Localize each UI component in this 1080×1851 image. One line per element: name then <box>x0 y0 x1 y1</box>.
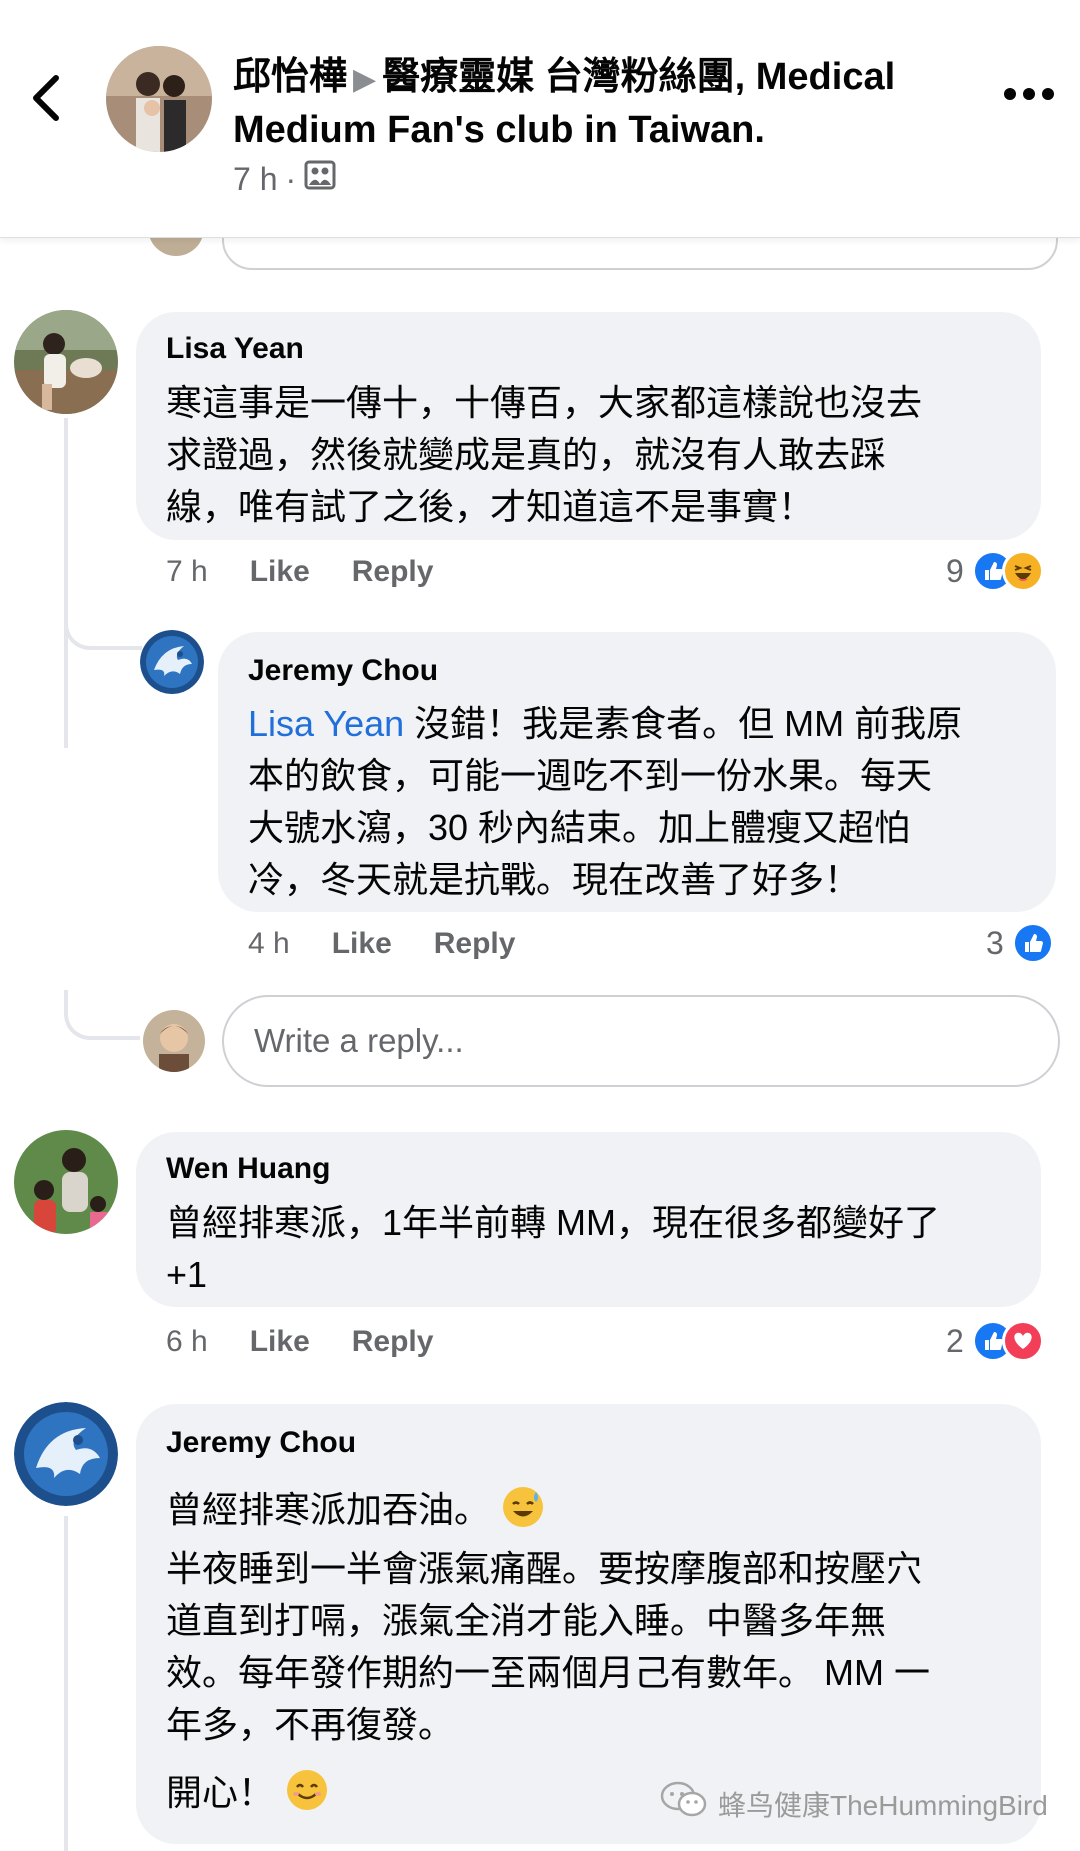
comment-actions: 4 h Like Reply <box>248 927 557 961</box>
comment-line: 半夜睡到一半會漲氣痛醒。要按摩腹部和按壓穴 <box>166 1548 923 1589</box>
comment-line: 線，唯有試了之後，才知道這不是事實！ <box>166 486 815 527</box>
reaction-count: 3 <box>986 924 1004 961</box>
like-button[interactable]: Like <box>332 927 392 961</box>
comment-time[interactable]: 4 h <box>248 927 290 961</box>
comment-line: 大號水瀉，30 秒內結束。加上體瘦又超怕 <box>248 807 911 848</box>
comment-line: 沒錯！我是素食者。但 MM 前我原 <box>404 703 963 744</box>
commenter-name[interactable]: Wen Huang <box>166 1152 330 1186</box>
thread-line <box>64 1516 68 1851</box>
like-reaction-icon <box>1011 922 1054 964</box>
comment-line: 冷，冬天就是抗戰。現在改善了好多！ <box>248 859 861 900</box>
comment-time[interactable]: 6 h <box>166 1325 208 1359</box>
reaction-count: 2 <box>946 1322 964 1359</box>
comment-line: 效。每年發作期約一至兩個月己有數年。 MM 一 <box>166 1652 930 1693</box>
author-avatar[interactable] <box>106 46 212 152</box>
comment-line: 本的飲食，可能一週吃不到一份水果。每天 <box>248 755 933 796</box>
group-privacy-icon <box>304 160 336 198</box>
comment-actions: 6 h Like Reply <box>166 1325 475 1359</box>
comment-line: 年多，不再復發。 <box>166 1704 455 1745</box>
post-time[interactable]: 7 h <box>233 161 277 198</box>
commenter-avatar[interactable] <box>14 1130 118 1234</box>
commenter-avatar[interactable] <box>14 310 118 414</box>
comment-line: 開心！ <box>166 1772 275 1813</box>
reply-placeholder: Write a reply... <box>254 1022 464 1059</box>
post-meta: 7 h · <box>233 160 336 198</box>
haha-reaction-icon <box>1001 550 1044 592</box>
love-reaction-icon <box>1001 1320 1044 1362</box>
reaction-summary[interactable]: 3 <box>986 922 1054 964</box>
mention-link[interactable]: Lisa Yean <box>248 703 404 744</box>
wechat-icon <box>660 1780 708 1827</box>
back-arrow-icon[interactable] <box>24 70 68 126</box>
reply-input[interactable]: Write a reply... <box>222 995 1060 1087</box>
comment-line: 寒這事是一傳十，十傳百，大家都這樣說也沒去 <box>166 382 923 423</box>
thread-line <box>64 418 68 748</box>
comment-text: Lisa Yean 沒錯！我是素食者。但 MM 前我原 本的飲食，可能一週吃不到… <box>248 701 1048 902</box>
comment-line: 曾經排寒派加吞油。 <box>166 1489 491 1530</box>
like-button[interactable]: Like <box>250 555 310 589</box>
author-name[interactable]: 邱怡樺 <box>233 56 347 98</box>
comment-line: 道直到打嗝，漲氣全消才能入睡。中醫多年無 <box>166 1600 887 1641</box>
comment-line: 求證過，然後就變成是真的，就沒有人敢去踩 <box>166 434 887 475</box>
current-user-avatar <box>143 1010 205 1072</box>
comment-text: 曾經排寒派，1年半前轉 MM，現在很多都變好了 +1 <box>166 1200 1036 1297</box>
commenter-name[interactable]: Jeremy Chou <box>166 1426 356 1460</box>
thread-connector <box>64 990 140 1040</box>
like-button[interactable]: Like <box>250 1325 310 1359</box>
commenter-name[interactable]: Lisa Yean <box>166 332 304 366</box>
post-header: 邱怡樺 ▶ 醫療靈媒 台灣粉絲團, Medical Medium Fan's clu… <box>0 0 1080 238</box>
comment-text: 寒這事是一傳十，十傳百，大家都這樣說也沒去 求證過，然後就變成是真的，就沒有人敢… <box>166 380 1026 529</box>
meta-separator: · <box>285 160 297 197</box>
reaction-summary[interactable]: 2 <box>946 1320 1044 1362</box>
reply-button[interactable]: Reply <box>434 927 516 961</box>
reaction-count: 9 <box>946 552 964 589</box>
smile-emoji-icon <box>284 1767 330 1813</box>
comment-time[interactable]: 7 h <box>166 555 208 589</box>
reply-button[interactable]: Reply <box>352 1325 434 1359</box>
comment-actions: 7 h Like Reply <box>166 555 475 589</box>
reply-button[interactable]: Reply <box>352 555 434 589</box>
post-title: 邱怡樺 ▶ 醫療靈媒 台灣粉絲團, Medical Medium Fan's clu… <box>233 52 973 155</box>
watermark-text: 蜂鸟健康TheHummingBird <box>718 1789 1048 1821</box>
watermark: 蜂鸟健康TheHummingBird <box>660 1780 1048 1827</box>
arrow-right-icon: ▶ <box>353 63 377 96</box>
commenter-avatar[interactable] <box>140 630 204 694</box>
reaction-summary[interactable]: 9 <box>946 550 1044 592</box>
comment-line: +1 <box>166 1254 208 1295</box>
commenter-name[interactable]: Jeremy Chou <box>248 654 438 688</box>
comment-text: 曾經排寒派加吞油。 半夜睡到一半會漲氣痛醒。要按摩腹部和按壓穴 道直到打嗝，漲氣… <box>166 1484 1036 1815</box>
comment-line: 曾經排寒派，1年半前轉 MM，現在很多都變好了 <box>166 1202 941 1243</box>
commenter-avatar[interactable] <box>14 1402 118 1506</box>
more-options-icon[interactable] <box>1004 88 1054 102</box>
sweat-smile-emoji-icon <box>500 1484 546 1530</box>
thread-connector <box>64 600 142 650</box>
